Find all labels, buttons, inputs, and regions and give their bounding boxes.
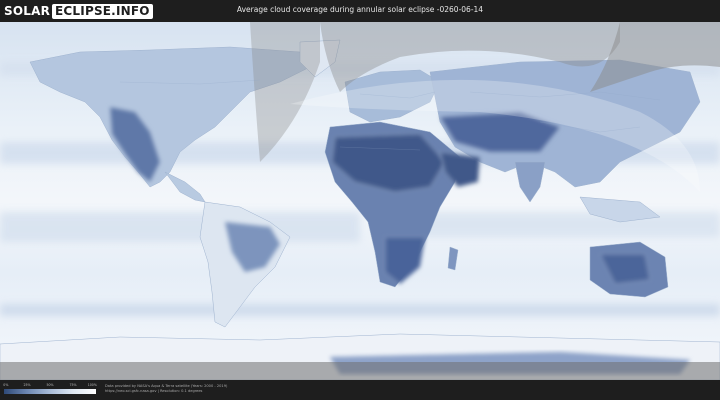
legend-gradient-bar [4, 389, 96, 394]
map-bottom-band [0, 362, 720, 380]
world-map-svg [0, 22, 720, 381]
cloud-coverage-legend: 0% 25% 50% 75% 100% [3, 383, 97, 397]
legend-tick-100: 100% [87, 383, 97, 387]
credits-line-2[interactable]: https://neo.sci.gsfc.nasa.gov | Resoluti… [105, 389, 227, 394]
legend-tick-50: 50% [46, 383, 54, 387]
page-title: Average cloud coverage during annular so… [236, 5, 484, 14]
cloud-coverage-map [0, 22, 720, 381]
legend-tick-75: 75% [69, 383, 77, 387]
site-logo[interactable]: SOLAR ECLIPSE.INFO [4, 3, 153, 19]
logo-eclipse-text: ECLIPSE.INFO [52, 3, 153, 19]
data-credits: Data provided by NASA's Aqua & Terra sat… [105, 384, 227, 394]
legend-tick-0: 0% [3, 383, 9, 387]
legend-tick-25: 25% [23, 383, 31, 387]
header-bar: SOLAR ECLIPSE.INFO Average cloud coverag… [0, 0, 720, 22]
logo-solar-text: SOLAR [4, 4, 51, 18]
